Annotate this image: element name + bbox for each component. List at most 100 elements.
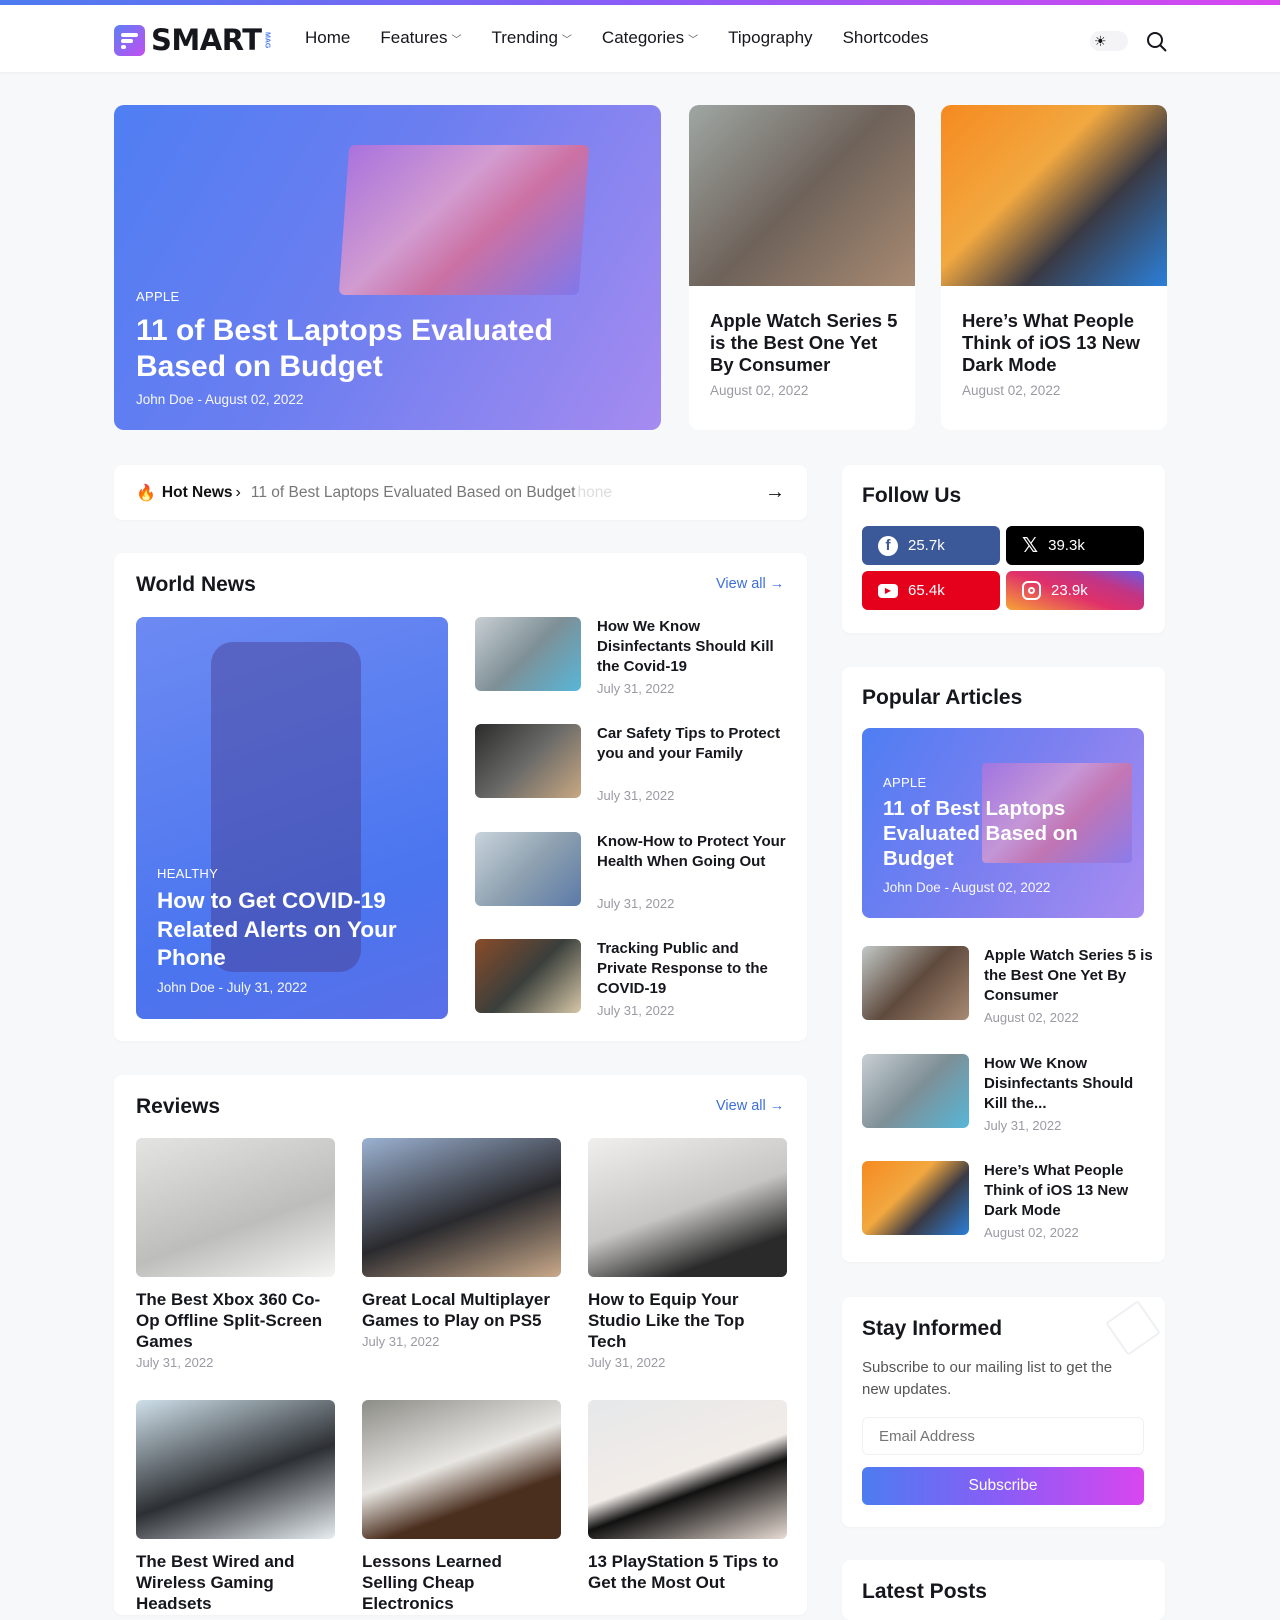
instagram-button[interactable]: 23.9k [1006,571,1144,610]
youtube-icon: ▶ [878,583,898,598]
article-thumbnail [475,724,581,798]
nav-home[interactable]: Home [305,28,350,48]
article-title[interactable]: Apple Watch Series 5 is the Best One Yet… [984,946,1154,1006]
logo-sub: MAG [263,31,271,49]
x-button[interactable]: 𝕏 39.3k [1006,526,1144,565]
article-date: August 02, 2022 [984,1225,1079,1240]
x-icon: 𝕏 [1022,535,1039,557]
flame-icon: 🔥 [136,484,156,502]
article-thumbnail [475,832,581,906]
nav-tipography[interactable]: Tipography [728,28,812,48]
list-item[interactable]: Tracking Public and Private Response to … [475,939,785,1019]
article-title[interactable]: Know-How to Protect Your Health When Goi… [597,832,792,872]
hero-feature-card[interactable]: APPLE 11 of Best Laptops Evaluated Based… [114,105,661,430]
ticker-next-headline[interactable]: hone [577,484,611,502]
article-title[interactable]: 11 of Best Laptops Evaluated Based on Bu… [136,313,576,385]
review-card[interactable]: The Best Xbox 360 Co-Op Offline Split-Sc… [136,1138,335,1370]
youtube-button[interactable]: ▶ 65.4k [862,571,1000,610]
site-logo[interactable]: SMART MAG [114,23,271,57]
article-image [941,105,1167,286]
article-meta: John Doe - July 31, 2022 [157,980,308,995]
article-title[interactable]: Tracking Public and Private Response to … [597,939,792,999]
article-title[interactable]: The Best Xbox 360 Co-Op Offline Split-Sc… [136,1289,335,1352]
chevron-down-icon: ﹀ [451,34,462,46]
article-title[interactable]: Here’s What People Think of iOS 13 New D… [984,1161,1154,1221]
article-title[interactable]: 11 of Best Laptops Evaluated Based on Bu… [883,796,1113,871]
review-card[interactable]: Great Local Multiplayer Games to Play on… [362,1138,561,1349]
article-image [362,1400,561,1539]
article-date: July 31, 2022 [597,1003,675,1018]
follower-count: 39.3k [1048,537,1085,554]
article-image [136,1138,335,1277]
main-nav: Home Features ﹀ Trending ﹀ Categories ﹀ Tip… [305,28,929,48]
hero-side-card[interactable]: Apple Watch Series 5 is the Best One Yet… [689,105,915,430]
list-item[interactable]: How We Know Disinfectants Should Kill th… [862,1054,1152,1134]
search-icon[interactable] [1146,31,1168,53]
category-label[interactable]: APPLE [883,775,926,790]
section-title: Reviews [136,1095,221,1118]
article-meta: John Doe - August 02, 2022 [136,392,304,407]
hero-side-card[interactable]: Here’s What People Think of iOS 13 New D… [941,105,1167,430]
category-label[interactable]: APPLE [136,289,179,304]
ticker-headline[interactable]: 11 of Best Laptops Evaluated Based on Bu… [251,484,576,502]
list-item[interactable]: Apple Watch Series 5 is the Best One Yet… [862,946,1154,1026]
article-thumbnail [475,617,581,691]
list-item[interactable]: Car Safety Tips to Protect you and your … [475,724,785,804]
chevron-right-icon: › [235,483,241,501]
nav-trending[interactable]: Trending ﹀ [491,28,571,48]
article-image [588,1138,787,1277]
article-date: July 31, 2022 [136,1355,214,1370]
nav-features[interactable]: Features ﹀ [380,28,461,48]
sun-icon: ☀ [1094,32,1107,49]
article-date: July 31, 2022 [362,1334,440,1349]
list-item[interactable]: Here’s What People Think of iOS 13 New D… [862,1161,1152,1241]
world-news-feature-card[interactable]: HEALTHY How to Get COVID-19 Related Aler… [136,617,448,1019]
article-image [136,1400,335,1539]
facebook-button[interactable]: f 25.7k [862,526,1000,565]
article-date: August 02, 2022 [962,383,1061,398]
article-title[interactable]: 13 PlayStation 5 Tips to Get the Most Ou… [588,1551,787,1593]
subscribe-button[interactable]: Subscribe [862,1467,1144,1505]
nav-label: Home [305,28,351,47]
review-card[interactable]: Lessons Learned Selling Cheap Electronic… [362,1400,561,1614]
arrow-right-icon[interactable]: → [765,481,785,504]
article-image [588,1400,787,1539]
newsletter-description: Subscribe to our mailing list to get the… [862,1359,1113,1398]
article-date: August 02, 2022 [710,383,809,398]
instagram-icon [1022,581,1041,600]
theme-toggle[interactable]: ☀ [1090,31,1128,51]
logo-text: SMART [151,23,262,57]
popular-feature-card[interactable]: APPLE 11 of Best Laptops Evaluated Based… [862,728,1144,918]
article-title[interactable]: Great Local Multiplayer Games to Play on… [362,1289,561,1331]
article-title[interactable]: Car Safety Tips to Protect you and your … [597,724,792,764]
article-date: July 31, 2022 [984,1118,1062,1133]
widget-title: Popular Articles [862,686,1023,709]
review-card[interactable]: The Best Wired and Wireless Gaming Heads… [136,1400,335,1614]
list-item[interactable]: How We Know Disinfectants Should Kill th… [475,617,785,697]
hot-news-ticker: 🔥 Hot News › 11 of Best Laptops Evaluated… [114,465,807,520]
facebook-icon: f [878,535,898,556]
category-label[interactable]: HEALTHY [157,866,218,881]
article-date: July 31, 2022 [597,788,675,803]
article-title[interactable]: How We Know Disinfectants Should Kill th… [597,617,792,677]
review-card[interactable]: How to Equip Your Studio Like the Top Te… [588,1138,787,1370]
view-all-link[interactable]: View all → [716,576,784,592]
article-title[interactable]: Lessons Learned Selling Cheap Electronic… [362,1551,561,1614]
article-title[interactable]: Apple Watch Series 5 is the Best One Yet… [710,310,900,376]
article-title[interactable]: Here’s What People Think of iOS 13 New D… [962,310,1152,376]
article-title[interactable]: How to Equip Your Studio Like the Top Te… [588,1289,787,1352]
nav-categories[interactable]: Categories ﹀ [602,28,698,48]
follower-count: 25.7k [908,537,945,554]
article-title[interactable]: How We Know Disinfectants Should Kill th… [984,1054,1154,1114]
review-card[interactable]: 13 PlayStation 5 Tips to Get the Most Ou… [588,1400,787,1593]
ticker-label: Hot News [161,483,233,501]
nav-label: Tipography [728,28,813,47]
email-input[interactable] [862,1417,1144,1455]
view-all-link[interactable]: View all → [716,1098,784,1114]
article-title[interactable]: How to Get COVID-19 Related Alerts on Yo… [157,887,427,973]
article-date: July 31, 2022 [597,896,675,911]
article-title[interactable]: The Best Wired and Wireless Gaming Heads… [136,1551,335,1614]
nav-shortcodes[interactable]: Shortcodes [843,28,929,48]
list-item[interactable]: Know-How to Protect Your Health When Goi… [475,832,786,912]
follower-count: 65.4k [908,582,945,599]
